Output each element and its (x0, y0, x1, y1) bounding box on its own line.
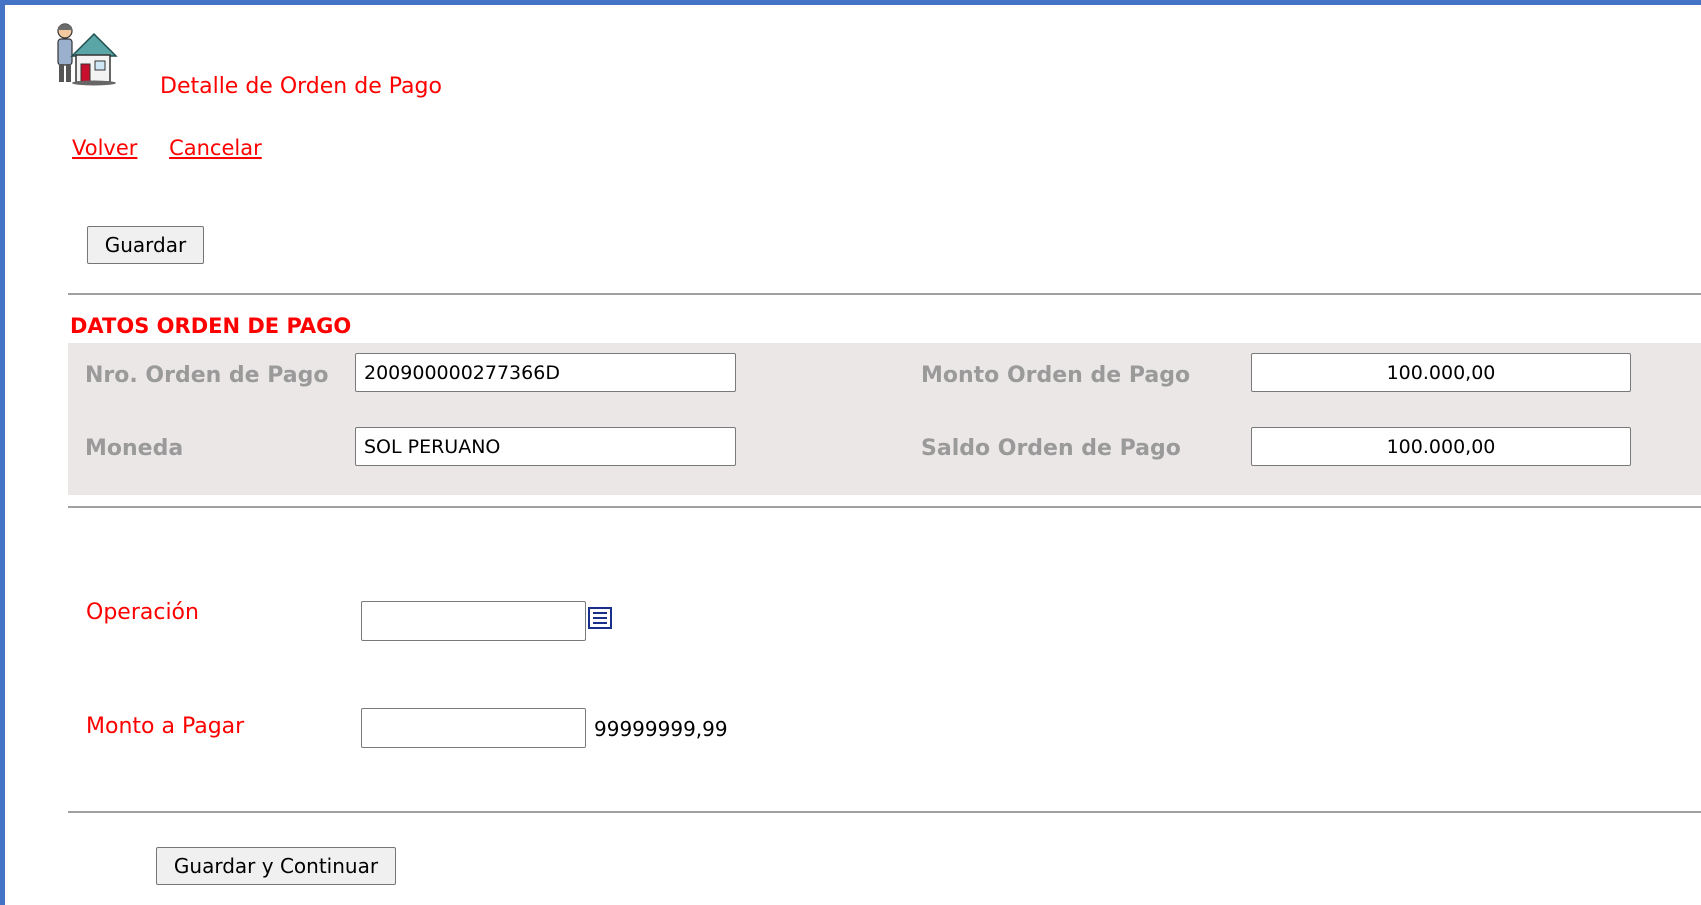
user-house-icon (57, 23, 118, 86)
currency-field[interactable] (355, 427, 736, 466)
window-frame-top (0, 0, 1701, 5)
amount-format-hint: 99999999,99 (594, 717, 728, 741)
divider (68, 293, 1701, 295)
back-link[interactable]: Volver (72, 136, 137, 160)
page-title: Detalle de Orden de Pago (160, 74, 442, 99)
order-amount-field[interactable] (1251, 353, 1631, 392)
divider (68, 811, 1701, 813)
list-lookup-icon[interactable] (588, 607, 612, 629)
order-number-field[interactable] (355, 353, 736, 392)
order-amount-label: Monto Orden de Pago (921, 363, 1191, 388)
order-balance-label: Saldo Orden de Pago (921, 436, 1181, 461)
nav-links: Volver Cancelar (72, 136, 287, 160)
save-and-continue-button[interactable]: Guardar y Continuar (156, 847, 396, 885)
order-balance-field[interactable] (1251, 427, 1631, 466)
currency-label: Moneda (85, 436, 184, 461)
order-data-panel: Nro. Orden de Pago Moneda Monto Orden de… (68, 343, 1701, 495)
save-button[interactable]: Guardar (87, 226, 204, 264)
operation-label: Operación (86, 600, 199, 625)
amount-to-pay-label: Monto a Pagar (86, 714, 245, 739)
order-number-label: Nro. Orden de Pago (85, 363, 329, 388)
cancel-link[interactable]: Cancelar (169, 136, 262, 160)
divider (68, 506, 1701, 508)
operation-input[interactable] (361, 601, 586, 641)
section-title-order-data: DATOS ORDEN DE PAGO (70, 314, 352, 338)
amount-to-pay-input[interactable] (361, 708, 586, 748)
window-frame-left (0, 0, 5, 905)
